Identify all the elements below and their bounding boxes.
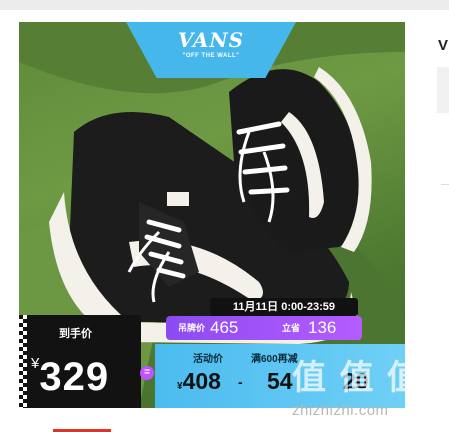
checkerboard-stripe xyxy=(19,315,27,408)
tag-price-label: 吊牌价 xyxy=(178,323,206,333)
watermark-logo: 值 值 值 xyxy=(292,359,423,397)
equals-icon: = xyxy=(140,366,154,380)
coupon-label: 立省 xyxy=(282,323,301,333)
vans-logo: VANS xyxy=(177,28,245,52)
promo-price: ¥408 xyxy=(177,368,221,395)
discount-label: 满600再减 xyxy=(251,354,298,365)
promo-price-value: 408 xyxy=(182,368,221,394)
product-title-fragment: V xyxy=(438,37,449,54)
final-price-value: 329 xyxy=(39,355,110,399)
option-box[interactable] xyxy=(437,67,449,113)
divider xyxy=(441,184,449,185)
final-price: ¥329 xyxy=(31,355,109,399)
top-bar xyxy=(0,0,449,10)
sale-period-badge: 11月11日 0:00-23:59 xyxy=(210,298,358,316)
brand-tagline: "OFF THE WALL" xyxy=(182,53,240,59)
discount-value: 54 xyxy=(267,368,293,394)
promo-price-label: 活动价 xyxy=(193,354,223,365)
watermark-url: zhizhizhi.com xyxy=(292,402,389,419)
final-price-label: 到手价 xyxy=(59,328,92,340)
minus-icon: - xyxy=(238,374,243,390)
tag-price-value: 465 xyxy=(210,318,239,337)
coupon-value: 136 xyxy=(308,318,337,337)
tag-price-bar: 吊牌价 465 立省 136 xyxy=(166,316,362,340)
final-price-panel: 到手价 ¥329 xyxy=(19,315,141,408)
